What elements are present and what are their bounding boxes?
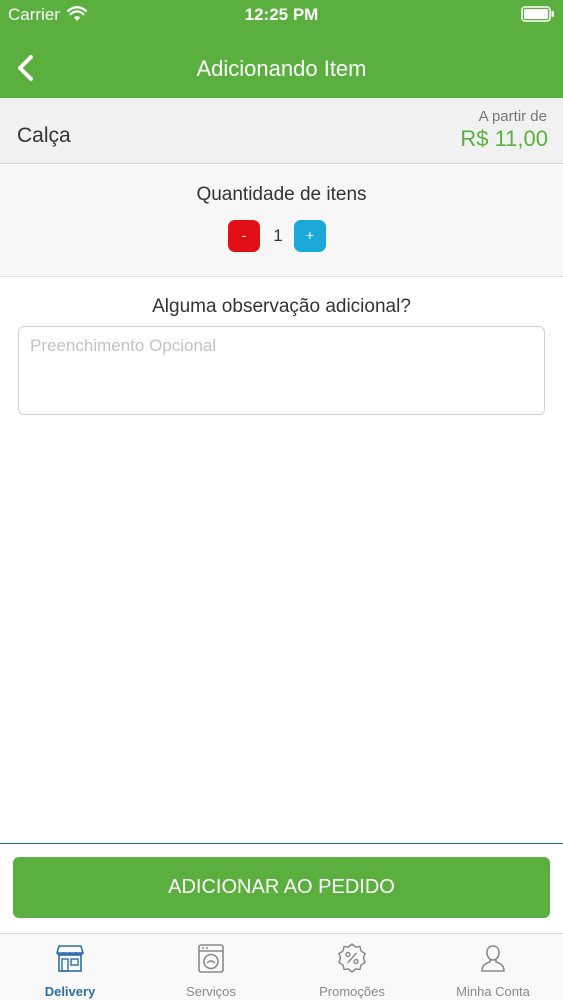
divider — [0, 843, 563, 844]
navigation-bar: Carrier 12:25 PM Adicionando Item — [0, 0, 563, 98]
tab-label: Minha Conta — [456, 984, 530, 999]
tab-label: Promoções — [319, 984, 385, 999]
decrease-quantity-button[interactable]: - — [228, 220, 260, 252]
add-to-order-button[interactable]: ADICIONAR AO PEDIDO — [13, 857, 550, 918]
price-from-label: A partir de — [478, 108, 547, 125]
quantity-label: Quantidade de itens — [196, 184, 367, 205]
status-bar: Carrier 12:25 PM — [0, 0, 563, 30]
tab-bar: Delivery Serviços Promoções Minha Conta — [0, 933, 563, 1000]
observation-input[interactable] — [18, 326, 545, 415]
screen: Carrier 12:25 PM Adicionando Item Calça … — [0, 0, 563, 1000]
item-header: Calça A partir de R$ 11,00 — [0, 98, 563, 164]
tab-label: Serviços — [186, 984, 236, 999]
battery-icon — [521, 6, 554, 22]
clock: 12:25 PM — [244, 5, 319, 24]
tab-delivery[interactable]: Delivery — [0, 934, 140, 1000]
item-name: Calça — [17, 124, 71, 147]
user-icon — [481, 945, 505, 972]
increase-quantity-button[interactable]: + — [294, 220, 326, 252]
item-price: R$ 11,00 — [460, 126, 548, 151]
tab-minha-conta[interactable]: Minha Conta — [423, 934, 563, 1000]
store-icon — [56, 945, 84, 972]
observation-label: Alguma observação adicional? — [152, 296, 411, 317]
tab-label: Delivery — [44, 984, 96, 999]
quantity-section: Quantidade de itens - 1 + — [0, 164, 563, 277]
washing-machine-icon — [198, 944, 224, 973]
quantity-value: 1 — [273, 226, 283, 245]
page-title: Adicionando Item — [196, 56, 367, 81]
tab-servicos[interactable]: Serviços — [141, 934, 281, 1000]
percent-badge-icon — [338, 943, 366, 973]
tab-promocoes[interactable]: Promoções — [282, 934, 422, 1000]
